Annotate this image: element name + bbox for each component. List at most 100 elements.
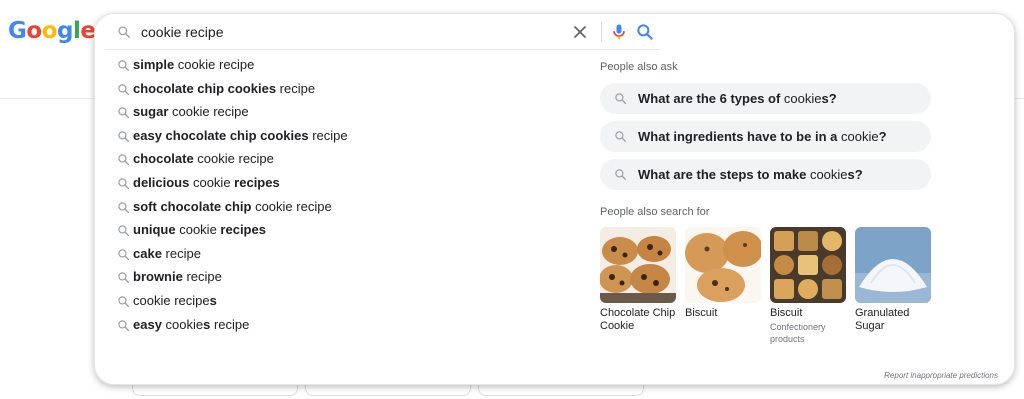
text-segment: ? <box>878 129 887 144</box>
suggestion-item[interactable]: chocolate chip cookies recipe <box>105 78 595 102</box>
text-segment: cookie <box>783 91 822 106</box>
text-segment: cookie <box>189 174 235 190</box>
search-icon <box>118 107 130 119</box>
search-bar <box>105 14 660 50</box>
text-segment: What are the steps to make <box>638 167 810 182</box>
related-card[interactable]: Granulated Sugar <box>855 227 933 333</box>
suggestion-item[interactable]: simple cookie recipe <box>105 54 595 78</box>
text-segment: chocolate chip cookies <box>133 80 277 96</box>
text-segment: recipes <box>234 174 280 190</box>
text-segment: cookie <box>840 129 879 144</box>
suggestion-text: chocolate cookie recipe <box>133 151 274 166</box>
suggestion-item[interactable]: brownie recipe <box>105 266 595 290</box>
suggestion-text: soft chocolate chip cookie recipe <box>133 199 332 214</box>
logo-letter: o <box>26 18 42 44</box>
suggestion-item[interactable]: easy chocolate chip cookies recipe <box>105 125 595 149</box>
logo-letter: o <box>41 18 58 44</box>
suggestion-item[interactable]: cake recipe <box>105 243 595 267</box>
biscuit-image <box>685 227 761 303</box>
related-card[interactable]: Biscuit <box>685 227 763 320</box>
text-segment: brownie <box>133 269 183 285</box>
question-text: What ingredients have to be in a cookie? <box>638 129 887 144</box>
search-icon <box>118 26 130 38</box>
suggestion-text: unique cookie recipes <box>133 222 266 237</box>
text-segment: cookie <box>175 222 221 238</box>
card-title: Biscuit <box>685 307 718 319</box>
people-also-search-label: People also search for <box>600 206 710 218</box>
card-title: Biscuit <box>770 307 803 319</box>
search-icon <box>118 272 130 284</box>
text-segment: recipe <box>276 80 316 96</box>
suggestion-text: chocolate chip cookies recipe <box>133 81 315 96</box>
card-title: Chocolate Chip Cookie <box>600 307 676 332</box>
suggestion-text: brownie recipe <box>133 269 222 284</box>
text-segment: recipe <box>182 269 222 285</box>
suggestion-text: easy chocolate chip cookies recipe <box>133 128 348 143</box>
people-also-ask-label: People also ask <box>600 61 678 73</box>
search-icon <box>118 296 130 307</box>
text-segment: What are the 6 types of <box>638 91 784 106</box>
related-card[interactable]: Biscuit Confectionery products <box>770 227 848 345</box>
text-segment: cookie recipe <box>193 151 274 167</box>
suggestion-text: cookie recipes <box>133 293 217 308</box>
report-predictions-link[interactable]: Report inappropriate predictions <box>884 371 998 380</box>
text-segment: recipe <box>210 316 250 332</box>
suggestion-item[interactable]: soft chocolate chip cookie recipe <box>105 196 595 220</box>
question-text: What are the steps to make cookies? <box>638 167 863 182</box>
search-icon <box>118 131 130 142</box>
search-input[interactable] <box>141 22 541 42</box>
related-panel: People also ask What are the 6 types of … <box>600 14 1000 386</box>
text-segment: easy chocolate chip cookies <box>133 127 309 143</box>
text-segment: recipes <box>220 222 266 238</box>
text-segment: s <box>209 292 217 308</box>
card-title: Granulated Sugar <box>855 307 910 332</box>
text-segment: chocolate <box>133 151 194 167</box>
suggestion-text: sugar cookie recipe <box>133 104 249 119</box>
suggestion-item[interactable]: easy cookies recipe <box>105 314 595 338</box>
suggestion-item[interactable]: chocolate cookie recipe <box>105 148 595 172</box>
biscuit-tin-image <box>770 227 846 303</box>
text-segment: sugar <box>133 104 169 120</box>
search-icon <box>118 83 130 95</box>
related-card[interactable]: Chocolate Chip Cookie <box>600 227 678 333</box>
text-segment: cake <box>133 245 162 261</box>
suggestion-item[interactable]: cookie recipes <box>105 290 595 314</box>
search-icon <box>615 131 627 143</box>
sugar-image <box>855 227 931 303</box>
search-icon <box>118 60 130 72</box>
suggestion-text: simple cookie recipe <box>133 57 254 72</box>
text-segment: easy <box>133 316 162 332</box>
suggestion-item[interactable]: sugar cookie recipe <box>105 101 595 125</box>
text-segment: s? <box>821 91 837 106</box>
close-icon[interactable] <box>570 22 590 42</box>
search-icon <box>118 178 130 189</box>
text-segment: unique <box>133 222 176 238</box>
search-icon <box>615 93 627 105</box>
search-icon <box>118 201 130 213</box>
google-logo[interactable]: Google <box>8 18 96 44</box>
text-segment: soft chocolate chip <box>133 198 252 214</box>
text-segment: s? <box>847 167 863 182</box>
question-chip[interactable]: What are the steps to make cookies? <box>600 159 931 190</box>
text-segment: cookie <box>809 167 848 182</box>
suggestion-item[interactable]: delicious cookie recipes <box>105 172 595 196</box>
text-segment: delicious <box>133 174 190 190</box>
question-chip[interactable]: What are the 6 types of cookies? <box>600 83 931 114</box>
text-segment: cookie recipe <box>174 57 255 72</box>
search-icon <box>118 249 130 260</box>
text-segment: cookie recipe <box>251 198 332 214</box>
text-segment: recipe <box>308 127 348 143</box>
suggestion-list: simple cookie recipe chocolate chip cooki… <box>105 54 595 337</box>
logo-letter: g <box>57 18 73 44</box>
search-icon <box>615 169 627 181</box>
search-icon <box>118 154 130 166</box>
suggestion-item[interactable]: unique cookie recipes <box>105 219 595 243</box>
text-segment: recipe <box>161 245 201 261</box>
text-segment: cookie recipe <box>133 292 210 308</box>
text-segment: cookie recipe <box>168 104 249 120</box>
question-chip[interactable]: What ingredients have to be in a cookie? <box>600 121 931 152</box>
suggestion-text: delicious cookie recipes <box>133 175 280 190</box>
autocomplete-dropdown: simple cookie recipechocolate chip cooki… <box>94 13 1015 385</box>
logo-letter: G <box>8 18 27 44</box>
text-segment: simple <box>133 57 175 72</box>
